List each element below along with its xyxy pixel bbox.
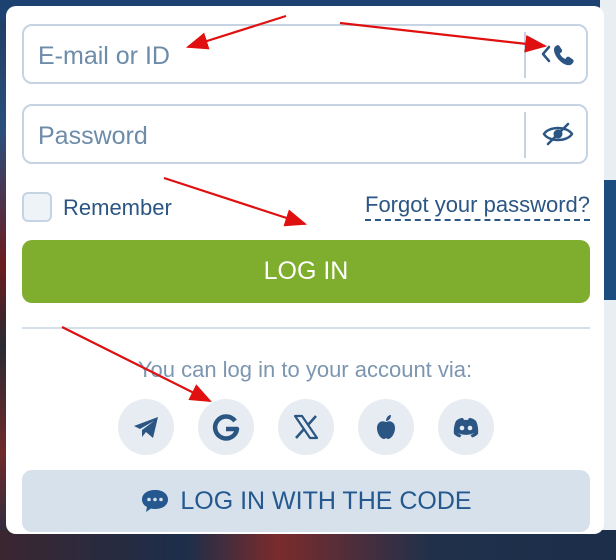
login-with-code-label: LOG IN WITH THE CODE	[180, 486, 472, 515]
apple-login-button[interactable]	[358, 399, 414, 455]
google-login-button[interactable]	[198, 399, 254, 455]
login-button[interactable]: LOG IN	[22, 240, 590, 303]
password-placeholder: Password	[38, 122, 148, 150]
email-placeholder: E-mail or ID	[38, 42, 170, 70]
social-login-caption: You can log in to your account via:	[137, 357, 473, 382]
field-divider	[524, 112, 526, 158]
remember-label[interactable]: Remember	[63, 195, 172, 221]
remember-checkbox[interactable]	[22, 192, 52, 222]
divider-line	[22, 327, 590, 329]
google-icon	[212, 414, 240, 441]
x-login-button[interactable]	[278, 399, 334, 455]
chat-bubble-icon	[142, 490, 169, 512]
telegram-login-button[interactable]	[118, 399, 174, 455]
phone-toggle[interactable]	[540, 39, 576, 69]
toggle-visibility-button[interactable]	[540, 119, 576, 149]
background-page-bottom	[0, 530, 616, 560]
forgot-password-link[interactable]: Forgot your password?	[365, 192, 590, 221]
telegram-icon	[134, 417, 158, 438]
login-panel: E-mail or ID Password Remember Forgot yo…	[6, 6, 604, 534]
discord-icon	[453, 418, 479, 438]
field-divider	[524, 32, 526, 78]
apple-icon	[377, 415, 395, 439]
login-with-code-button[interactable]: LOG IN WITH THE CODE	[22, 470, 590, 532]
x-icon	[293, 414, 319, 440]
eye-slash-icon	[542, 122, 574, 146]
discord-login-button[interactable]	[438, 399, 494, 455]
password-field[interactable]: Password	[22, 104, 588, 164]
email-field[interactable]: E-mail or ID	[22, 24, 588, 84]
phone-icon	[541, 45, 574, 66]
